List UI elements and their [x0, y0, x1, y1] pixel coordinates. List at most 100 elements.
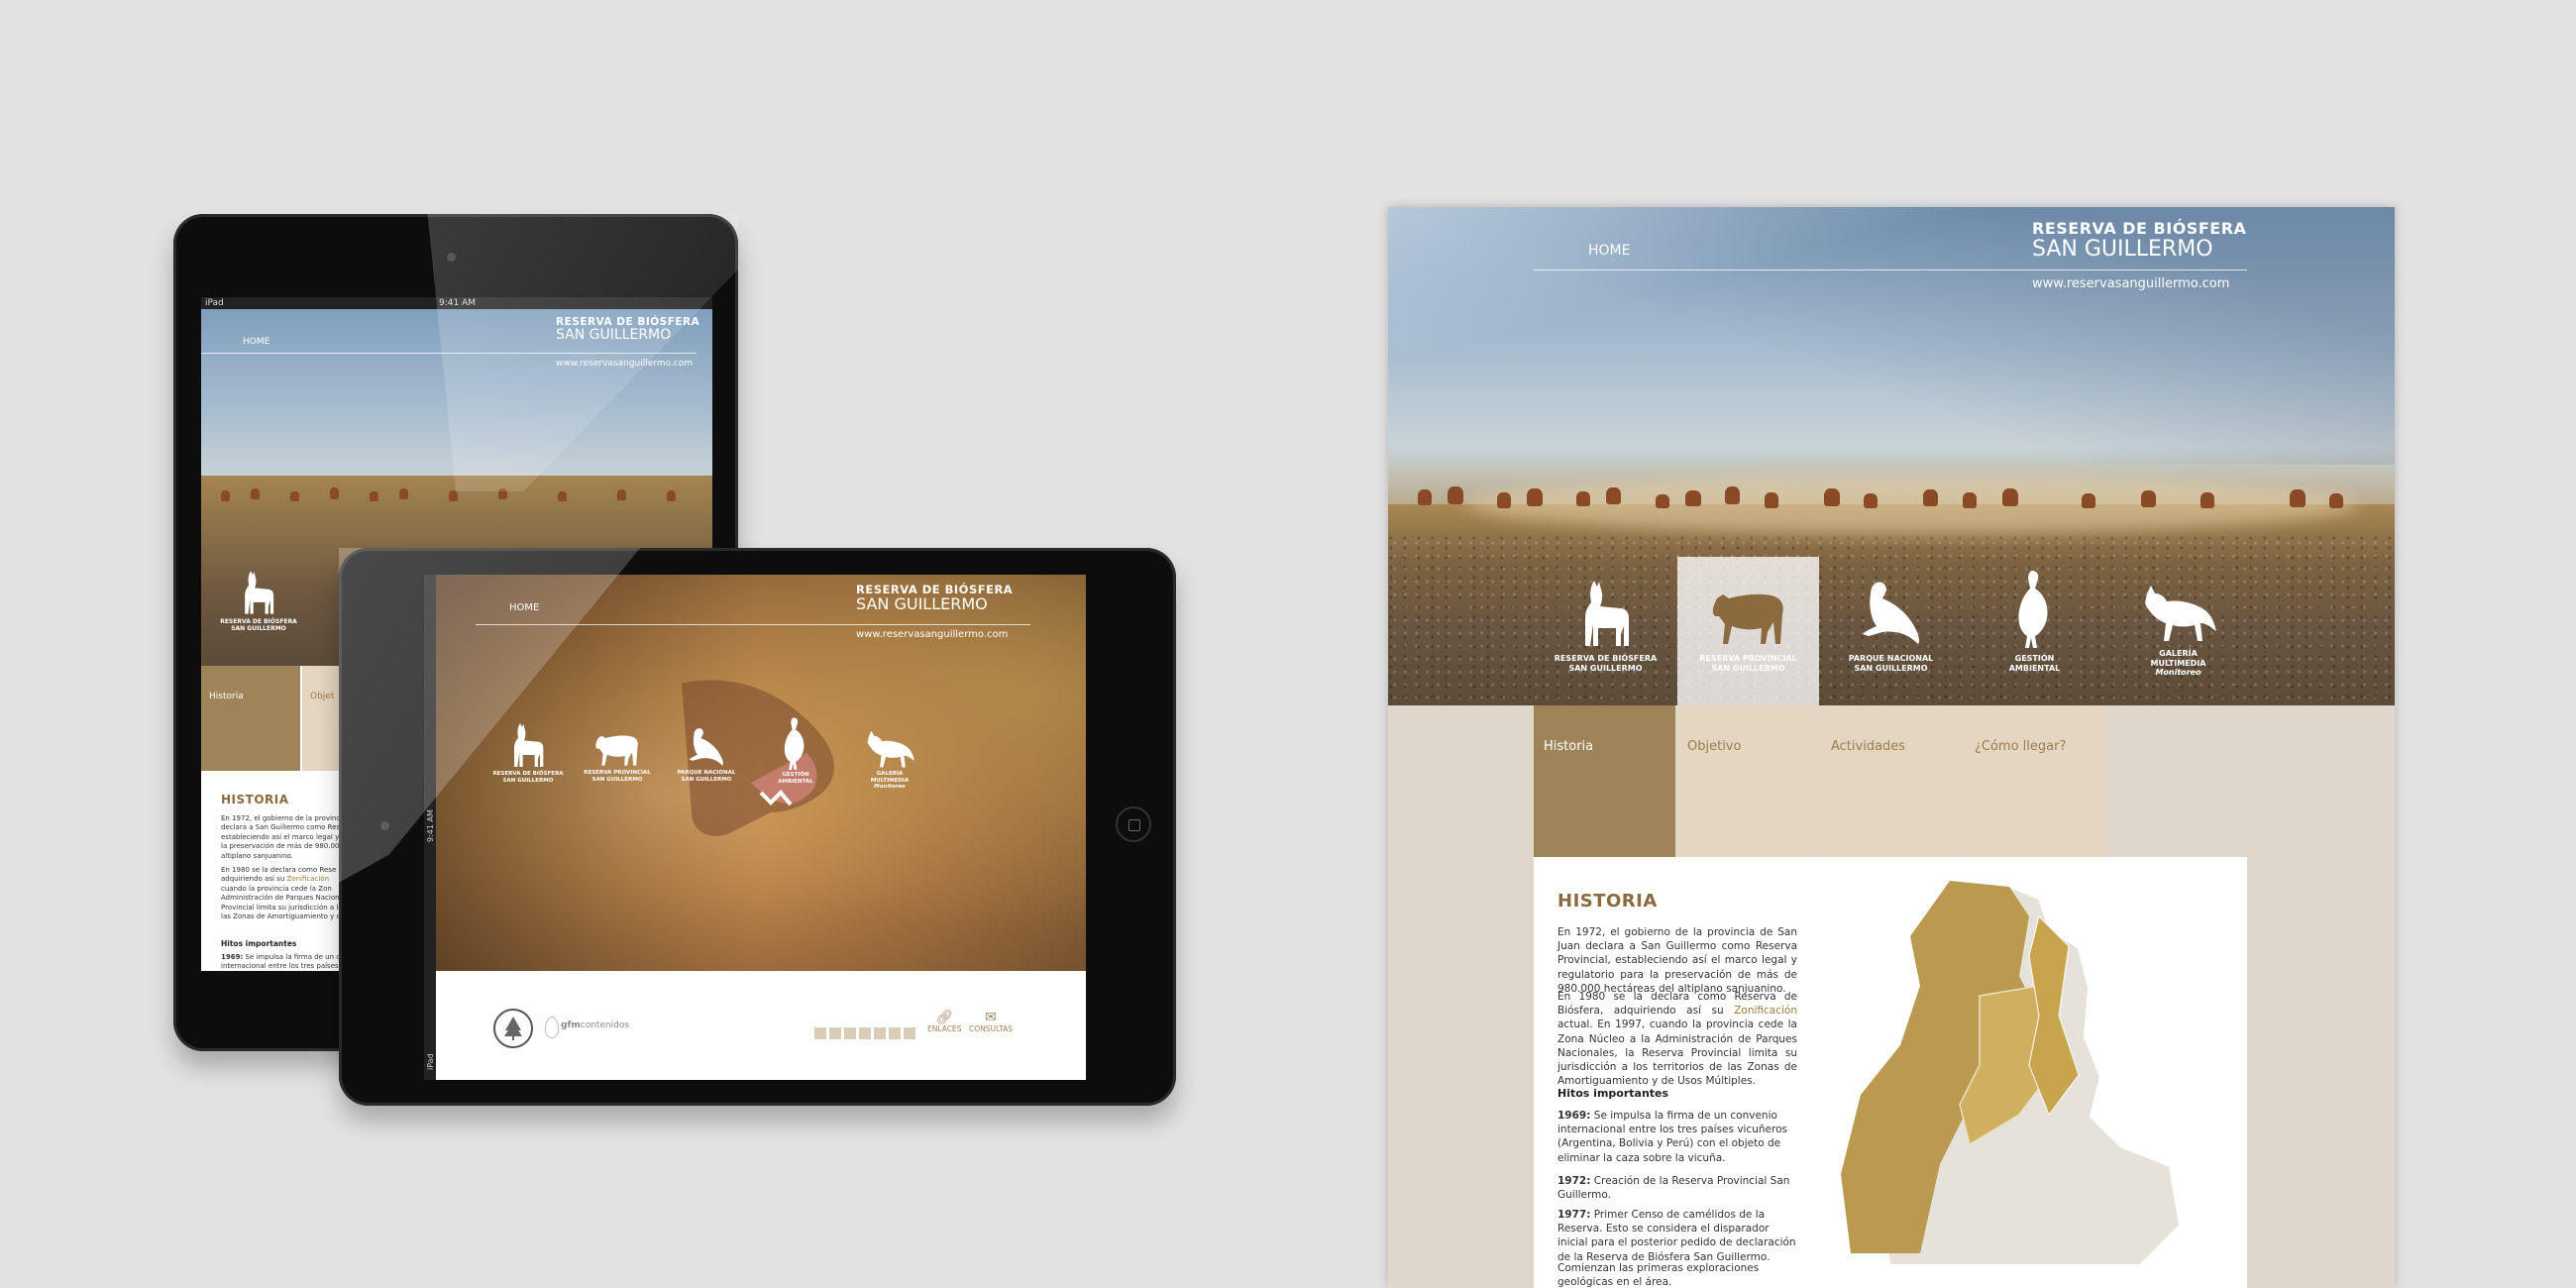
tab-actividades-label: Actividades	[1831, 739, 1906, 754]
consultas-label: CONSULTAS	[969, 1024, 1014, 1033]
historia-para-1: En 1972, el gobierno de la provincia de …	[1557, 926, 1797, 995]
header-divider	[476, 624, 1030, 625]
animal-label-1a: RESERVA DE BIÓSFERA	[220, 618, 297, 625]
historia-title: HISTORIA	[221, 793, 289, 806]
header-divider	[1534, 269, 2247, 270]
hito-item-1972: 1972: Creación de la Reserva Provincial …	[1557, 1174, 1797, 1202]
animal-label-1b: SAN GUILLERMO	[1568, 663, 1643, 673]
animal-label-5a: GALERÍA	[2159, 649, 2198, 658]
enlaces-link[interactable]: 🔗︎ ENLACES	[927, 1011, 961, 1033]
consultas-link[interactable]: ✉ CONSULTAS	[969, 1011, 1013, 1033]
header-divider	[201, 353, 697, 354]
animal-label-2b: SAN GUILLERMO	[1711, 663, 1785, 673]
para2-text-b: actual. En 1997, cuando la provincia ced…	[1557, 1019, 1797, 1088]
animal-label-4a: GESTIÓN	[2014, 654, 2055, 663]
rhea-icon	[2017, 571, 2047, 648]
home-button[interactable]	[1116, 806, 1151, 842]
province-seal-logo[interactable]	[493, 1009, 533, 1048]
site-brand[interactable]: RESERVA DE BIÓSFERA SAN GUILLERMO	[556, 317, 699, 342]
front-camera	[380, 821, 389, 830]
vicuna-icon	[1584, 581, 1629, 646]
nav-home-link[interactable]: HOME	[243, 337, 269, 347]
animal-nav-item-parque-nacional[interactable]: PARQUE NACIONAL SAN GUILLERMO	[1819, 579, 1963, 673]
facebook-icon[interactable]	[814, 1026, 826, 1039]
flickr-icon[interactable]	[889, 1026, 901, 1039]
ipad-landscape: 9:41 AM iPad HOME RESERVA DE BIÓSFERA SA…	[339, 548, 1176, 1106]
status-device: iPad	[205, 298, 224, 308]
site-footer: gfmcontenidos 🔗︎ ENLACES ✉ CONSULTAS	[436, 971, 1086, 1080]
fox-icon	[867, 730, 914, 768]
rhea-icon	[784, 717, 805, 770]
animal-nav-item-galeria-multimedia[interactable]: GALERÍA MULTIMEDIA Monitoreo	[845, 729, 934, 791]
linkedin-icon[interactable]	[859, 1026, 871, 1039]
site-url[interactable]: www.reservasanguillermo.com	[2032, 276, 2229, 291]
tab-historia[interactable]: Historia	[201, 666, 300, 771]
pinterest-icon[interactable]	[904, 1026, 915, 1039]
condor-icon	[689, 728, 723, 766]
animal-nav-item-galeria-multimedia[interactable]: GALERÍA MULTIMEDIA Monitoreo	[2106, 584, 2250, 678]
animal-nav-item-reserva-provincial[interactable]: RESERVA PROVINCIAL SAN GUILLERMO	[573, 726, 662, 783]
ipad-landscape-screen: 9:41 AM iPad HOME RESERVA DE BIÓSFERA SA…	[424, 575, 1086, 1080]
animal-label-5c: Monitoreo	[2155, 668, 2201, 678]
status-bar: 9:41 AM iPad	[424, 575, 436, 1080]
zonificacion-link[interactable]: Zonificación	[1734, 1005, 1797, 1017]
status-device: iPad	[426, 1053, 435, 1070]
hito-year: 1977:	[1557, 1209, 1591, 1221]
animal-label-2a: RESERVA PROVINCIAL	[1699, 654, 1797, 663]
tab-historia[interactable]: Historia	[1534, 705, 1675, 867]
hitos-title: Hitos importantes	[1557, 1087, 1669, 1100]
tab-como-llegar-label: ¿Cómo llegar?	[1975, 739, 2067, 754]
gfm-logo[interactable]: gfmcontenidos	[561, 1020, 629, 1030]
fox-icon	[2144, 586, 2216, 641]
site-brand[interactable]: RESERVA DE BIÓSFERA SAN GUILLERMO	[2032, 221, 2246, 261]
hero-banner: HOME RESERVA DE BIÓSFERA SAN GUILLERMO w…	[1388, 207, 2395, 705]
social-icons	[814, 1022, 918, 1041]
hito-year: 1972:	[1557, 1175, 1591, 1187]
site-brand[interactable]: RESERVA DE BIÓSFERA SAN GUILLERMO	[856, 584, 1013, 613]
zonificacion-link[interactable]: Zonificación	[287, 875, 330, 883]
tab-historia-label: Historia	[1544, 739, 1594, 754]
gfm-logo-icon	[545, 1017, 559, 1038]
animal-label-1a: RESERVA DE BIÓSFERA	[1554, 654, 1658, 663]
tab-como-llegar[interactable]: ¿Cómo llegar?	[1965, 705, 2106, 857]
animal-nav-item-reserva-provincial[interactable]: RESERVA PROVINCIAL SAN GUILLERMO	[1677, 579, 1819, 673]
tab-actividades[interactable]: Actividades	[1821, 705, 1963, 857]
animal-nav-item-parque-nacional[interactable]: PARQUE NACIONAL SAN GUILLERMO	[662, 726, 751, 783]
vicuna-icon	[245, 571, 274, 614]
animal-nav-item-reserva-biosfera[interactable]: RESERVA DE BIÓSFERA SAN GUILLERMO	[483, 721, 573, 784]
nav-home-link[interactable]: HOME	[509, 602, 539, 613]
hito-year: 1969:	[1557, 1110, 1591, 1122]
vicuna-icon	[514, 723, 544, 767]
animal-nav-item-gestion-ambiental[interactable]: GESTIÓN AMBIENTAL	[1963, 569, 2106, 673]
historia-closing: Comienzan las primeras exploraciones geo…	[1557, 1262, 1760, 1288]
brand-line-2: SAN GUILLERMO	[856, 593, 988, 613]
animal-label-3b: SAN GUILLERMO	[1854, 663, 1928, 673]
site-url[interactable]: www.reservasanguillermo.com	[856, 629, 1008, 640]
animal-nav-item-gestion-ambiental[interactable]: GESTIÓN AMBIENTAL	[751, 716, 840, 785]
hito-item-1969: 1969: Se impulsa la firma de un convenio…	[1557, 1109, 1797, 1165]
site-url[interactable]: www.reservasanguillermo.com	[556, 359, 693, 369]
brand-line-1: RESERVA DE BIÓSFERA	[2032, 219, 2247, 238]
reserve-map[interactable]	[1831, 877, 2237, 1288]
envelope-icon: ✉	[985, 1010, 997, 1025]
animal-nav-item-reserva-biosfera[interactable]: RESERVA DE BIÓSFERA SAN GUILLERMO	[1534, 579, 1677, 673]
google-icon[interactable]	[829, 1026, 841, 1039]
gfm-logo-text-a: gfm	[561, 1020, 581, 1030]
historia-content: HISTORIA En 1972, el gobierno de la prov…	[1534, 857, 2247, 1288]
hito-text: Creación de la Reserva Provincial San Gu…	[1557, 1175, 1790, 1202]
youtube-icon[interactable]	[874, 1026, 886, 1039]
hito-item-1977: 1977: Primer Censo de camélidos de la Re…	[1557, 1208, 1797, 1264]
content-tabs: Historia Objetivo Actividades ¿Cómo lleg…	[1534, 705, 2106, 867]
animal-label-1b: SAN GUILLERMO	[231, 625, 286, 633]
tab-objetivo[interactable]: Objetivo	[1677, 705, 1819, 857]
animal-label-4b: AMBIENTAL	[2008, 663, 2061, 673]
animal-label-3a: PARQUE NACIONAL	[1848, 654, 1934, 663]
nav-home-link[interactable]: HOME	[1588, 243, 1630, 259]
status-bar: iPad 9:41 AM	[201, 297, 712, 309]
hito-text: Se impulsa la firma de un convenio inter…	[1557, 1110, 1787, 1164]
animal-label-5b: MULTIMEDIA	[2150, 658, 2206, 668]
twitter-icon[interactable]	[844, 1026, 856, 1039]
animal-nav-item-reserva-biosfera[interactable]: RESERVA DE BIÓSFERA SAN GUILLERMO	[209, 570, 308, 632]
hito-item-1969: 1969: Se impulsa la firma de un co intern…	[221, 953, 345, 971]
tab-historia-label: Historia	[209, 692, 244, 701]
